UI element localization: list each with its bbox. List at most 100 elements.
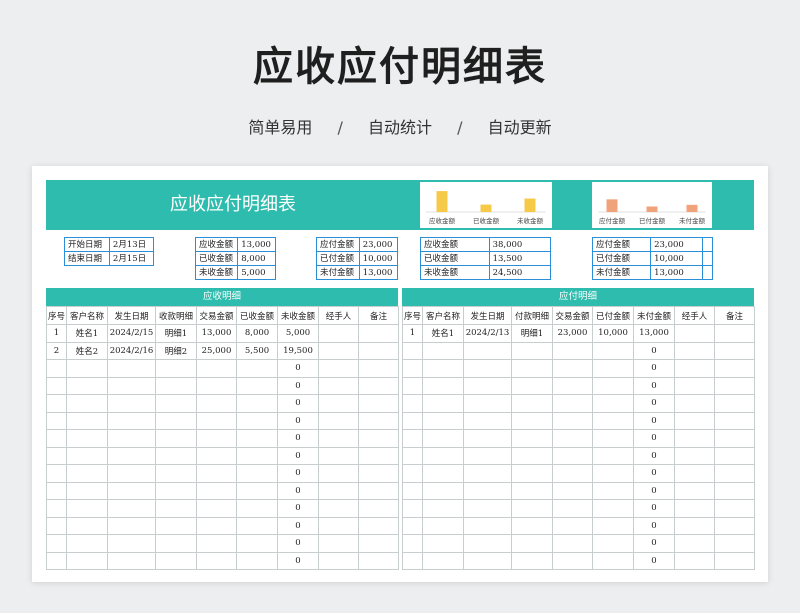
payable-cell[interactable]	[552, 464, 593, 483]
receivable-cell[interactable]	[358, 464, 399, 483]
receivable-cell[interactable]	[196, 481, 237, 500]
payable-cell[interactable]	[422, 481, 464, 500]
receivable-summary-table[interactable]: 应收金额 13,000 已收金额 8,000 未收金额 5,000	[194, 237, 276, 280]
payable-cell[interactable]: 0	[633, 464, 675, 483]
payable-cell[interactable]	[422, 376, 464, 395]
payable-cell[interactable]: 0	[633, 341, 675, 360]
payable-cell[interactable]	[511, 411, 553, 430]
payable-total-value[interactable]: 13,000	[650, 265, 704, 280]
receivable-cell[interactable]: 5,000	[277, 324, 319, 343]
receivable-column-header[interactable]: 序号	[46, 306, 67, 325]
spreadsheet[interactable]: 应收应付明细表 应收金额 已收金额 未收金额 应付金额 已付金额 未付金额 开始日期 2月…	[32, 166, 768, 582]
receivable-total-table[interactable]: 应收金额 38,000 已收金额 13,500 未收金额 24,500	[420, 237, 552, 280]
payable-cell[interactable]	[463, 446, 512, 465]
payable-cell[interactable]	[463, 551, 512, 570]
payable-total-label[interactable]: 未付金额	[591, 265, 652, 280]
receivable-cell[interactable]: 0	[277, 534, 319, 553]
payable-cell[interactable]	[402, 341, 423, 360]
payable-cell[interactable]: 0	[633, 551, 675, 570]
receivable-cell[interactable]	[107, 464, 156, 483]
receivable-summary-label[interactable]: 已收金额	[194, 251, 239, 266]
payable-cell[interactable]	[402, 516, 423, 535]
payable-cell[interactable]	[674, 464, 715, 483]
date-range-label[interactable]: 结束日期	[64, 251, 110, 266]
payable-cell[interactable]	[463, 429, 512, 448]
receivable-cell[interactable]	[155, 481, 197, 500]
receivable-cell[interactable]	[46, 551, 67, 570]
payable-cell[interactable]	[674, 499, 715, 518]
receivable-cell[interactable]	[66, 499, 108, 518]
receivable-cell[interactable]	[66, 394, 108, 413]
payable-cell[interactable]	[674, 411, 715, 430]
payable-cell[interactable]	[714, 464, 755, 483]
receivable-cell[interactable]	[66, 534, 108, 553]
payable-cell[interactable]	[714, 324, 755, 343]
payable-cell[interactable]	[552, 411, 593, 430]
receivable-summary-value[interactable]: 8,000	[237, 251, 276, 266]
receivable-cell[interactable]	[358, 429, 399, 448]
receivable-cell[interactable]	[236, 411, 278, 430]
receivable-column-header[interactable]: 未收金额	[277, 306, 319, 325]
payable-cell[interactable]	[592, 464, 634, 483]
payable-cell[interactable]: 0	[633, 394, 675, 413]
receivable-cell[interactable]	[358, 534, 399, 553]
payable-cell[interactable]	[714, 499, 755, 518]
receivable-cell[interactable]: 0	[277, 464, 319, 483]
receivable-cell[interactable]	[155, 394, 197, 413]
receivable-cell[interactable]	[196, 534, 237, 553]
payable-cell[interactable]	[552, 534, 593, 553]
receivable-cell[interactable]	[107, 376, 156, 395]
payable-summary-label[interactable]: 未付金额	[316, 265, 360, 280]
receivable-cell[interactable]: 明细2	[155, 341, 197, 360]
payable-cell[interactable]	[511, 446, 553, 465]
payable-cell[interactable]: 0	[633, 411, 675, 430]
receivable-cell[interactable]	[107, 411, 156, 430]
payable-cell[interactable]	[592, 376, 634, 395]
receivable-cell[interactable]	[155, 551, 197, 570]
payable-column-header[interactable]: 经手人	[674, 306, 715, 325]
payable-cell[interactable]	[402, 376, 423, 395]
receivable-cell[interactable]	[46, 376, 67, 395]
payable-column-header[interactable]: 客户名称	[422, 306, 464, 325]
receivable-cell[interactable]: 姓名1	[66, 324, 108, 343]
payable-cell[interactable]	[714, 411, 755, 430]
receivable-total-label[interactable]: 未收金额	[420, 265, 490, 280]
payable-cell[interactable]	[463, 516, 512, 535]
receivable-cell[interactable]	[66, 481, 108, 500]
payable-summary-value[interactable]: 23,000	[358, 237, 399, 252]
payable-cell[interactable]	[714, 516, 755, 535]
receivable-cell[interactable]: 2	[46, 341, 67, 360]
receivable-total-label[interactable]: 已收金额	[420, 251, 490, 266]
payable-cell[interactable]	[463, 394, 512, 413]
receivable-cell[interactable]	[107, 446, 156, 465]
receivable-cell[interactable]	[358, 499, 399, 518]
receivable-cell[interactable]: 2024/2/15	[107, 324, 156, 343]
date-range-table[interactable]: 开始日期 2月13日 结束日期 2月15日	[64, 237, 155, 266]
payable-cell[interactable]	[674, 534, 715, 553]
payable-column-header[interactable]: 序号	[402, 306, 423, 325]
payable-cell[interactable]	[422, 341, 464, 360]
payable-cell[interactable]: 1	[402, 324, 423, 343]
payable-total-value[interactable]	[702, 251, 713, 266]
receivable-cell[interactable]	[155, 411, 197, 430]
payable-summary-label[interactable]: 已付金额	[316, 251, 360, 266]
receivable-cell[interactable]	[46, 481, 67, 500]
payable-cell[interactable]: 姓名1	[422, 324, 464, 343]
payable-total-value[interactable]: 23,000	[650, 237, 704, 252]
payable-cell[interactable]: 0	[633, 446, 675, 465]
payable-cell[interactable]	[511, 481, 553, 500]
receivable-cell[interactable]: 0	[277, 481, 319, 500]
payable-summary-value[interactable]: 13,000	[358, 265, 399, 280]
payable-cell[interactable]	[463, 376, 512, 395]
receivable-cell[interactable]	[318, 341, 359, 360]
payable-cell[interactable]	[552, 499, 593, 518]
payable-cell[interactable]	[674, 481, 715, 500]
receivable-cell[interactable]	[358, 446, 399, 465]
payable-cell[interactable]	[674, 551, 715, 570]
receivable-cell[interactable]	[46, 534, 67, 553]
payable-cell[interactable]	[674, 376, 715, 395]
payable-total-value[interactable]: 10,000	[650, 251, 704, 266]
payable-column-header[interactable]: 发生日期	[463, 306, 512, 325]
payable-cell[interactable]	[674, 516, 715, 535]
payable-cell[interactable]	[463, 341, 512, 360]
